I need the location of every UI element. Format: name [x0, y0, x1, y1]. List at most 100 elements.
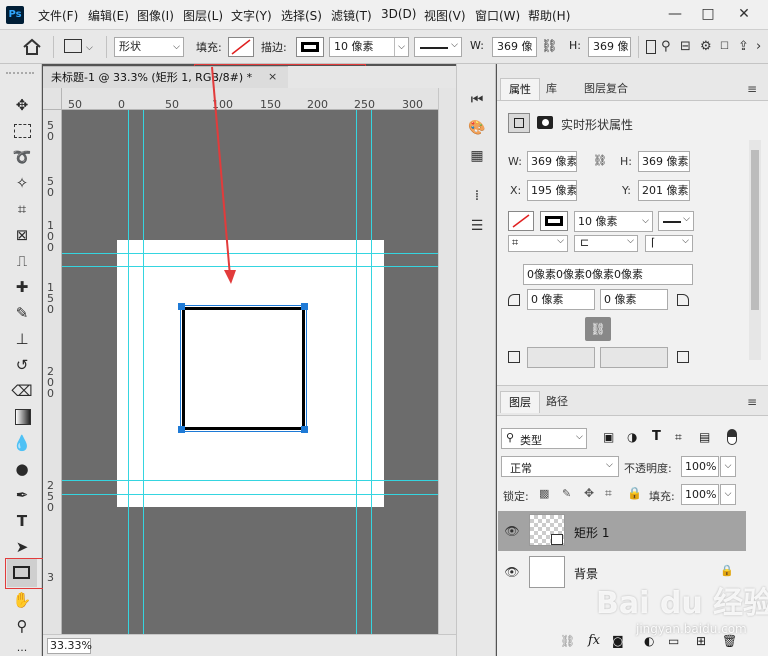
zoom-level-field[interactable]: 33.33% — [47, 638, 92, 654]
path-selection-tool-icon[interactable]: ➤ — [11, 536, 33, 558]
lasso-tool-icon[interactable]: ➰ — [11, 146, 33, 168]
filter-type-icon[interactable]: T — [652, 429, 661, 444]
lock-pixels-icon[interactable]: ✎ — [562, 487, 571, 500]
magic-wand-tool-icon[interactable]: ✧ — [11, 172, 33, 194]
stroke-type-select[interactable]: ⌵ — [658, 211, 694, 231]
more-icon[interactable]: › — [756, 37, 761, 57]
close-window-button[interactable]: ✕ — [733, 3, 755, 25]
healing-brush-tool-icon[interactable]: ✚ — [11, 276, 33, 298]
new-layer-icon[interactable]: ⊞ — [696, 634, 706, 648]
filter-shape-icon[interactable]: ⌗ — [675, 430, 682, 445]
blend-mode-select[interactable]: 正常 ⌵ — [501, 456, 619, 477]
fx-icon[interactable]: fx — [588, 633, 600, 648]
guide-line[interactable] — [62, 266, 438, 267]
stroke-caps-select[interactable]: ⊏ ⌵ — [574, 235, 638, 252]
layer-name[interactable]: 背景 — [574, 565, 598, 582]
menu-edit[interactable]: 编辑(E) — [88, 7, 129, 24]
lock-all-icon[interactable]: 🔒 — [627, 486, 642, 500]
blur-tool-icon[interactable]: 💧 — [11, 432, 33, 454]
maximize-button[interactable]: □ — [697, 3, 719, 25]
transform-handle[interactable] — [301, 303, 308, 310]
menu-type[interactable]: 文字(Y) — [231, 7, 272, 24]
fill-field[interactable]: 100% — [681, 484, 719, 505]
tab-paths[interactable]: 路径 — [538, 391, 576, 413]
x-field[interactable]: 195 像素 — [527, 180, 577, 201]
document-tab[interactable]: 未标题-1 @ 33.3% (矩形 1, RGB/8#) * — [43, 66, 288, 88]
guide-line[interactable] — [62, 253, 438, 254]
width-field[interactable]: 369 像素 — [527, 151, 577, 172]
fill-swatch-none[interactable] — [228, 37, 254, 57]
filter-pixel-icon[interactable]: ▣ — [603, 430, 614, 444]
history-brush-tool-icon[interactable]: ↺ — [11, 354, 33, 376]
gradient-tool-icon[interactable] — [15, 409, 31, 425]
link-icon[interactable]: ⛓ — [593, 154, 607, 167]
share-icon[interactable]: ⇪ — [738, 37, 749, 57]
stroke-type-select[interactable]: ⌵ — [414, 37, 462, 57]
transform-handle[interactable] — [301, 426, 308, 433]
corner-radius-all-field[interactable]: 0像素0像素0像素0像素 — [523, 264, 693, 285]
filter-adjustment-icon[interactable]: ◑ — [627, 430, 637, 444]
dodge-tool-icon[interactable]: ● — [11, 458, 33, 480]
close-tab-icon[interactable]: × — [268, 66, 284, 88]
color-palette-icon[interactable]: 🎨 — [467, 118, 487, 138]
brush-tool-icon[interactable]: ✎ — [11, 302, 33, 324]
menu-help[interactable]: 帮助(H) — [528, 7, 570, 24]
shape-properties-icon[interactable] — [508, 113, 530, 133]
history-icon[interactable]: ⏮ — [467, 90, 487, 110]
link-layers-icon[interactable]: ⛓ — [560, 634, 575, 648]
stroke-width-field[interactable]: 10 像素 ⌵ — [574, 211, 653, 232]
width-field[interactable]: 369 像 — [492, 37, 537, 57]
stroke-swatch[interactable] — [296, 37, 324, 57]
stamp-tool-icon[interactable]: ⊥ — [11, 328, 33, 350]
move-tool-icon[interactable]: ✥ — [11, 94, 33, 116]
opacity-field[interactable]: 100% — [681, 456, 719, 477]
crop-tool-icon[interactable]: ⌗ — [11, 198, 33, 220]
ruler-tool-icon[interactable]: ⎍ — [11, 250, 33, 272]
path-alignment-icon[interactable]: ⊟ — [680, 37, 691, 57]
layer-row-selected[interactable]: 👁 矩形 1 — [498, 511, 746, 551]
chevron-down-icon[interactable]: ⌵ — [86, 38, 93, 58]
guide-line[interactable] — [371, 110, 372, 634]
zoom-tool-icon[interactable]: ⚲ — [11, 615, 33, 637]
tab-layers[interactable]: 图层 — [500, 391, 540, 413]
corner-top-left-field[interactable]: 0 像素 — [527, 289, 595, 310]
add-mask-icon[interactable]: ◙ — [612, 634, 624, 648]
link-dimensions-icon[interactable]: ⛓ — [541, 37, 558, 57]
filter-smart-object-icon[interactable]: ▤ — [699, 430, 710, 444]
more-tools-icon[interactable]: ··· — [11, 640, 33, 656]
mask-icon[interactable] — [535, 113, 555, 133]
type-tool-icon[interactable]: T — [11, 510, 33, 532]
menu-filter[interactable]: 滤镜(T) — [331, 7, 372, 24]
tab-layer-comps[interactable]: 图层复合 — [576, 78, 636, 100]
lock-position-icon[interactable]: ✥ — [584, 486, 594, 500]
corner-bottom-right-field[interactable] — [600, 347, 668, 368]
menu-3d[interactable]: 3D(D) — [381, 7, 416, 21]
trash-icon[interactable]: 🗑 — [722, 634, 737, 648]
menu-image[interactable]: 图像(I) — [137, 7, 174, 24]
stroke-corners-select[interactable]: ⌈ ⌵ — [645, 235, 693, 252]
layer-name[interactable]: 矩形 1 — [574, 524, 609, 541]
y-field[interactable]: 201 像素 — [638, 180, 690, 201]
group-folder-icon[interactable]: ▭ — [668, 634, 679, 648]
vertical-scrollbar[interactable] — [438, 88, 456, 634]
transform-handle[interactable] — [178, 426, 185, 433]
adjustments-icon[interactable]: ☰ — [467, 216, 487, 236]
stroke-align-select[interactable]: ⌗ ⌵ — [508, 235, 568, 252]
home-icon[interactable] — [22, 38, 42, 56]
link-corners-button[interactable]: ⛓ — [585, 317, 611, 341]
height-field[interactable]: 369 像 — [588, 37, 631, 57]
menu-select[interactable]: 选择(S) — [281, 7, 322, 24]
fill-swatch-none[interactable] — [508, 211, 534, 231]
menu-layer[interactable]: 图层(L) — [183, 7, 223, 24]
minimize-button[interactable]: — — [664, 3, 686, 25]
swatches-grid-icon[interactable]: ▦ — [467, 146, 487, 166]
stroke-width-field[interactable]: 10 像素 ⌵ — [329, 37, 409, 57]
rectangle-shape[interactable] — [182, 307, 305, 430]
lock-artboard-icon[interactable]: ⌗ — [605, 486, 612, 501]
opacity-dropdown[interactable]: ⌵ — [720, 456, 736, 477]
adjustment-layer-icon[interactable]: ◐ — [644, 634, 654, 648]
hand-tool-icon[interactable]: ✋ — [11, 589, 33, 611]
filter-toggle-icon[interactable] — [727, 429, 737, 445]
height-field[interactable]: 369 像素 — [638, 151, 690, 172]
path-operations-icon[interactable] — [646, 40, 656, 54]
